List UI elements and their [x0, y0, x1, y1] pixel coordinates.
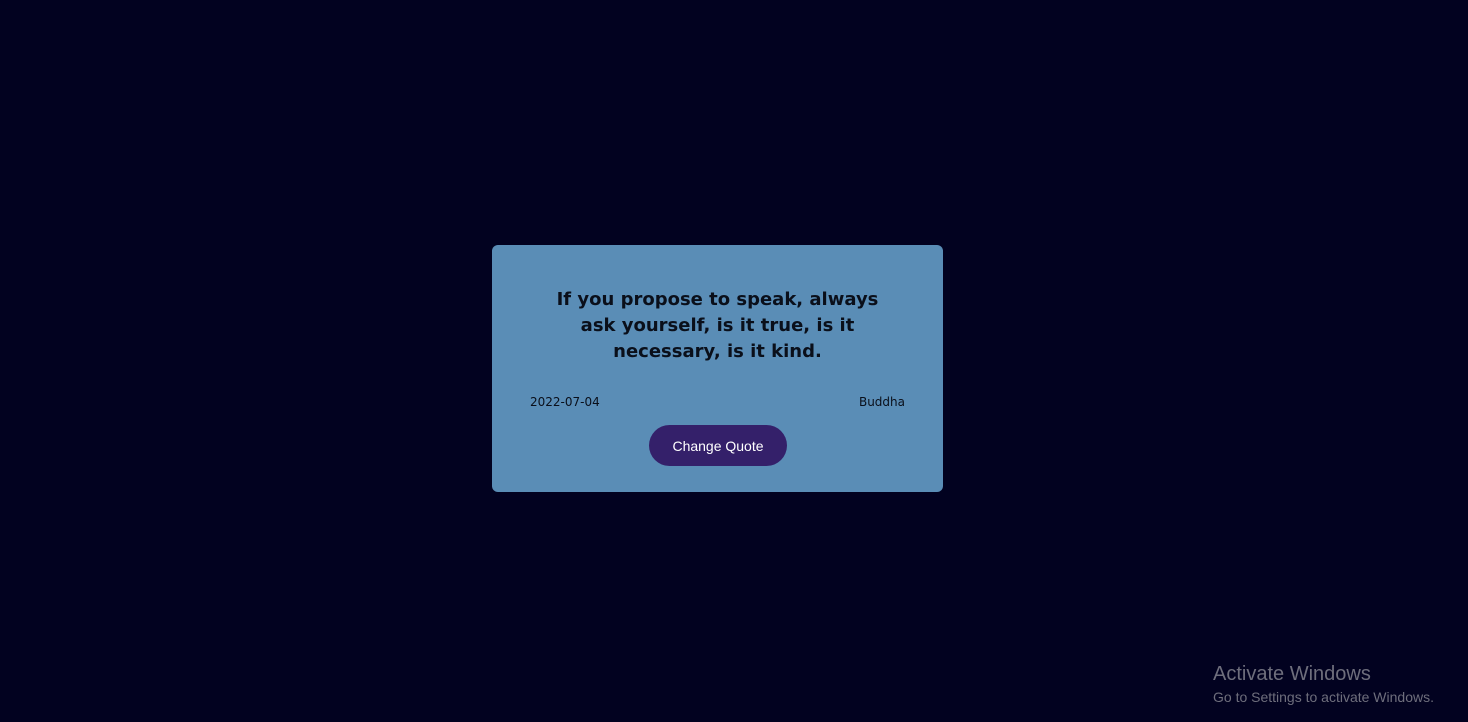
quote-meta: 2022-07-04 Buddha [530, 395, 905, 409]
watermark-title: Activate Windows [1213, 663, 1371, 685]
quote-text: If you propose to speak, always ask your… [556, 289, 879, 362]
change-quote-button[interactable]: Change Quote [649, 425, 787, 466]
quote-date: 2022-07-04 [530, 395, 600, 409]
quote-card: If you propose to speak, always ask your… [492, 245, 943, 492]
quote-author: Buddha [858, 395, 905, 409]
watermark-subtitle: Go to Settings to activate Windows. [1213, 689, 1434, 705]
activate-windows-watermark: Activate Windows Go to Settings to activ… [1213, 662, 1434, 708]
